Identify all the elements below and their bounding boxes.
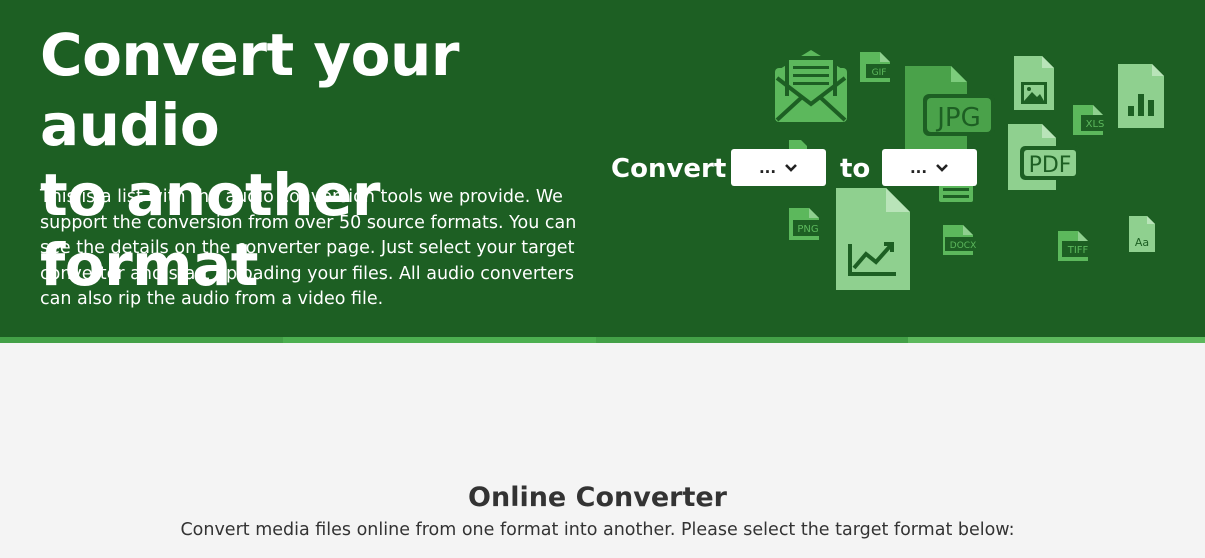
- email-envelope-icon: [775, 50, 847, 122]
- pdf-file-icon: PDF: [1008, 124, 1080, 190]
- pdf-label: PDF: [1029, 153, 1072, 178]
- trend-chart-file-icon: [836, 188, 910, 290]
- docx-file-icon: DOCX: [943, 225, 981, 255]
- gif-label: GIF: [872, 68, 887, 78]
- png-label: PNG: [797, 224, 818, 235]
- target-format-select[interactable]: ...: [882, 149, 977, 186]
- hero-section: Convert your audio to another format Thi…: [0, 0, 1205, 343]
- image-file-icon: [1014, 56, 1054, 110]
- target-format-value: ...: [909, 158, 928, 177]
- png-file-icon: PNG: [789, 208, 823, 240]
- hero-title-line1: Convert your audio: [40, 21, 459, 159]
- hero-bottom-stripe: [0, 337, 1205, 343]
- to-label: to: [840, 154, 871, 184]
- chart-file-icon: [1118, 64, 1164, 128]
- source-format-select[interactable]: ...: [731, 149, 826, 186]
- source-format-value: ...: [758, 158, 777, 177]
- chevron-down-icon: [785, 163, 797, 172]
- online-converter-subtitle: Convert media files online from one form…: [180, 520, 1015, 540]
- jpg-file-icon: JPG: [905, 66, 995, 152]
- chevron-down-icon: [936, 163, 948, 172]
- jpg-label: JPG: [935, 103, 981, 133]
- online-converter-title: Online Converter: [468, 482, 727, 513]
- font-label: Aa: [1135, 236, 1149, 249]
- gif-file-icon: GIF: [860, 52, 892, 82]
- tiff-file-icon: TIFF: [1058, 231, 1094, 261]
- tiff-label: TIFF: [1067, 245, 1089, 256]
- hero-description: This is a list with the audio conversion…: [40, 187, 577, 309]
- xls-label: XLS: [1086, 119, 1105, 130]
- font-file-icon: Aa: [1129, 216, 1155, 252]
- convert-label: Convert: [611, 154, 727, 184]
- docx-label: DOCX: [950, 241, 976, 251]
